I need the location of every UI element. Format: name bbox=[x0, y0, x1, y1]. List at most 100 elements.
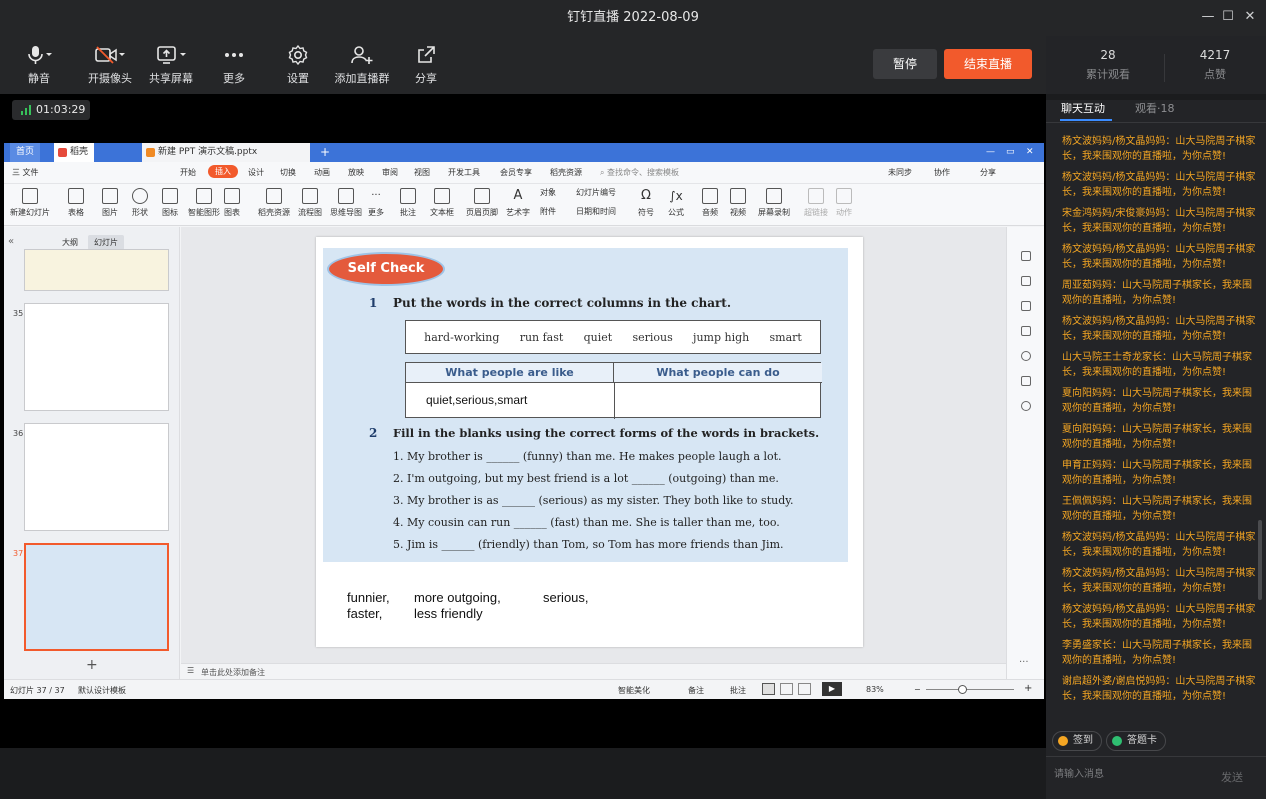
ribbon-datetime[interactable]: 日期和时间 bbox=[576, 206, 616, 217]
menu-design[interactable]: 设计 bbox=[248, 167, 264, 178]
star-icon[interactable] bbox=[1021, 301, 1031, 311]
play-icon[interactable]: ▶ bbox=[822, 682, 842, 696]
sync-status[interactable]: 未同步 bbox=[888, 167, 912, 178]
comment-button[interactable]: 批注 bbox=[730, 685, 746, 696]
checkin-button[interactable]: 签到 bbox=[1052, 731, 1102, 751]
viewers-stat: 28 累计观看 bbox=[1066, 48, 1150, 82]
zoom-slider[interactable] bbox=[926, 689, 1014, 690]
menu-view[interactable]: 视图 bbox=[414, 167, 430, 178]
settings-button[interactable]: 设置 bbox=[263, 44, 333, 86]
chat-scrollbar[interactable] bbox=[1258, 520, 1262, 600]
beautify-button[interactable]: 智能美化 bbox=[618, 685, 650, 696]
minimize-icon[interactable]: — bbox=[980, 143, 1001, 162]
tab-home[interactable]: 首页 bbox=[10, 143, 41, 162]
tab-daoke[interactable]: 稻壳 bbox=[54, 143, 95, 162]
zoom-level[interactable]: 83% bbox=[866, 685, 884, 694]
share-link-button[interactable]: 分享 bbox=[391, 44, 461, 86]
tab-document[interactable]: 新建 PPT 演示文稿.pptx bbox=[142, 143, 310, 162]
ribbon-screen-record[interactable]: 屏幕录制 bbox=[758, 188, 790, 218]
add-slide-icon[interactable]: + bbox=[86, 657, 98, 673]
menu-resources[interactable]: 稻壳资源 bbox=[550, 167, 582, 178]
zoom-slider-handle[interactable] bbox=[958, 685, 967, 694]
ribbon-slide-number[interactable]: 幻灯片编号 bbox=[576, 187, 616, 198]
restore-icon[interactable]: ▭ bbox=[1000, 143, 1021, 162]
slide-thumbnail-active[interactable] bbox=[24, 543, 169, 651]
location-icon[interactable] bbox=[1021, 401, 1031, 411]
template-name[interactable]: 默认设计模板 bbox=[78, 685, 126, 696]
ribbon-chart[interactable]: 图表 bbox=[224, 188, 240, 218]
close-icon[interactable]: ✕ bbox=[1020, 143, 1040, 162]
tab-outline[interactable]: 大纲 bbox=[62, 237, 78, 248]
menu-animation[interactable]: 动画 bbox=[314, 167, 330, 178]
menu-review[interactable]: 审阅 bbox=[382, 167, 398, 178]
ribbon-wordart[interactable]: A 艺术字 bbox=[506, 188, 530, 218]
zoom-in-icon[interactable]: + bbox=[1024, 683, 1032, 694]
ribbon-icons[interactable]: 图标 bbox=[162, 188, 178, 218]
normal-view-icon[interactable] bbox=[762, 683, 775, 695]
mute-button[interactable]: 静音 bbox=[4, 44, 74, 86]
ribbon-smartart[interactable]: 智能图形 bbox=[188, 188, 220, 218]
notes-button[interactable]: 备注 bbox=[688, 685, 704, 696]
ribbon-action[interactable]: 动作 bbox=[836, 188, 852, 218]
ribbon-header-footer[interactable]: 页眉页脚 bbox=[466, 188, 498, 218]
slide-thumbnail[interactable] bbox=[24, 423, 169, 531]
reading-view-icon[interactable] bbox=[798, 683, 811, 695]
minimize-icon[interactable]: — bbox=[1198, 7, 1218, 27]
ribbon-attachment[interactable]: 附件 bbox=[540, 206, 556, 217]
new-tab-icon[interactable]: + bbox=[314, 143, 336, 162]
help-icon[interactable] bbox=[1021, 351, 1031, 361]
menu-transition[interactable]: 切换 bbox=[280, 167, 296, 178]
command-search[interactable]: ⌕ 查找命令、搜索模板 bbox=[600, 167, 679, 178]
zoom-out-icon[interactable]: − bbox=[914, 685, 921, 694]
menu-slideshow[interactable]: 放映 bbox=[348, 167, 364, 178]
copy-icon[interactable] bbox=[1021, 326, 1031, 336]
menu-insert[interactable]: 插入 bbox=[208, 165, 238, 178]
pause-button[interactable]: 暂停 bbox=[873, 49, 937, 79]
slide-thumbnail[interactable] bbox=[24, 303, 169, 411]
share-screen-button[interactable]: 共享屏幕 bbox=[136, 44, 206, 86]
rocket-icon[interactable] bbox=[1021, 251, 1031, 261]
pane-collapse-icon[interactable]: « bbox=[8, 236, 14, 247]
menu-member[interactable]: 会员专享 bbox=[500, 167, 532, 178]
ribbon-textbox[interactable]: 文本框 bbox=[430, 188, 454, 218]
ribbon-flowchart[interactable]: 流程图 bbox=[298, 188, 322, 218]
tab-viewers[interactable]: 观看·18 bbox=[1135, 100, 1175, 116]
slide-thumbnail[interactable] bbox=[24, 249, 169, 291]
share-button[interactable]: 分享 bbox=[980, 167, 996, 178]
ribbon-object[interactable]: 对象 bbox=[540, 187, 556, 198]
settings-slider-icon[interactable] bbox=[1021, 276, 1031, 286]
ribbon-symbol[interactable]: Ω 符号 bbox=[638, 188, 654, 218]
tab-chat[interactable]: 聊天互动 bbox=[1061, 100, 1105, 116]
end-live-button[interactable]: 结束直播 bbox=[944, 49, 1032, 79]
send-button[interactable]: 发送 bbox=[1221, 769, 1243, 785]
grid-view-icon[interactable] bbox=[780, 683, 793, 695]
ribbon-audio[interactable]: 音频 bbox=[702, 188, 718, 218]
more-dots-icon[interactable]: ··· bbox=[1019, 657, 1029, 668]
ribbon-formula[interactable]: ∫x 公式 bbox=[668, 188, 684, 218]
tab-slides[interactable]: 幻灯片 bbox=[88, 235, 124, 250]
image-icon[interactable] bbox=[1021, 376, 1031, 386]
add-group-button[interactable]: 添加直播群 bbox=[327, 44, 397, 86]
ribbon-new-slide[interactable]: 新建幻灯片 bbox=[10, 188, 50, 218]
message-input[interactable]: 请输入消息 bbox=[1054, 765, 1104, 780]
menu-file[interactable]: 三 文件 bbox=[12, 167, 39, 178]
maximize-icon[interactable]: ☐ bbox=[1218, 7, 1238, 27]
menu-developer[interactable]: 开发工具 bbox=[448, 167, 480, 178]
ribbon-hyperlink[interactable]: 超链接 bbox=[804, 188, 828, 218]
ribbon-picture[interactable]: 图片 bbox=[102, 188, 118, 218]
ribbon-mindmap[interactable]: 思维导图 bbox=[330, 188, 362, 218]
answer-card-button[interactable]: 答题卡 bbox=[1106, 731, 1166, 751]
ribbon-shape[interactable]: 形状 bbox=[132, 188, 148, 218]
collab-button[interactable]: 协作 bbox=[934, 167, 950, 178]
ribbon-video[interactable]: 视频 bbox=[730, 188, 746, 218]
ribbon-comment[interactable]: 批注 bbox=[400, 188, 416, 218]
menu-start[interactable]: 开始 bbox=[180, 167, 196, 178]
slide-canvas[interactable]: Self Check 1 Put the words in the correc… bbox=[316, 237, 863, 647]
more-button[interactable]: 更多 bbox=[199, 44, 269, 86]
ribbon-more[interactable]: ··· 更多 bbox=[368, 188, 384, 218]
camera-button[interactable]: 开摄像头 bbox=[75, 44, 145, 86]
notes-area[interactable]: ☰ 单击此处添加备注 bbox=[181, 663, 1006, 679]
close-icon[interactable]: ✕ bbox=[1240, 7, 1260, 27]
ribbon-daoke[interactable]: 稻壳资源 bbox=[258, 188, 290, 218]
ribbon-table[interactable]: 表格 bbox=[68, 188, 84, 218]
